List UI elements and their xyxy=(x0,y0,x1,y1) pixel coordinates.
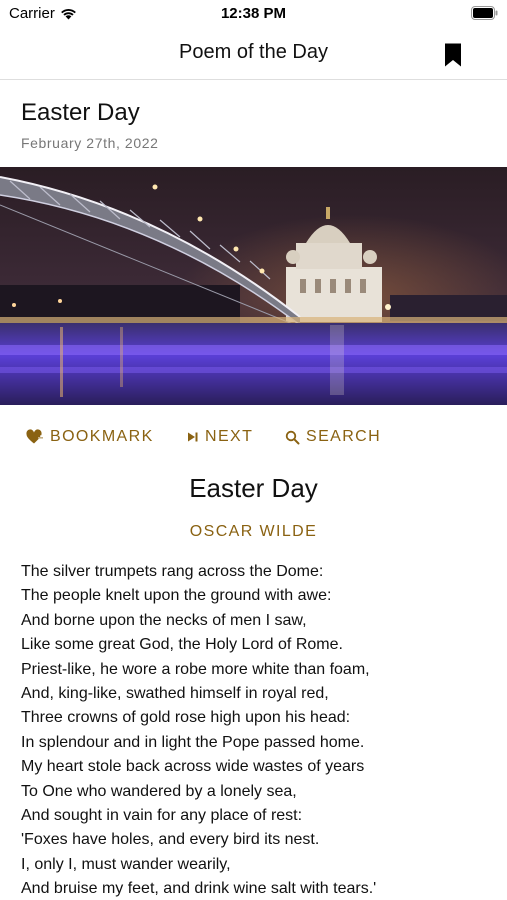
page-title: Easter Day xyxy=(21,99,140,126)
poem-line: Priest-like, he wore a robe more white t… xyxy=(21,660,370,678)
navigation-bar: Poem of the Day xyxy=(0,28,507,80)
next-button[interactable]: NEXT xyxy=(187,424,253,450)
poem-author: OSCAR WILDE xyxy=(189,523,318,540)
search-button[interactable]: SEARCH xyxy=(285,424,381,450)
skip-next-icon xyxy=(188,432,198,442)
photo-night-cathedral-bridge xyxy=(0,167,507,405)
poem-line: To One who wandered by a lonely sea, xyxy=(21,782,297,800)
bookmark-button-label: BOOKMARK xyxy=(50,428,154,445)
battery-icon xyxy=(471,6,498,20)
poem-line: The silver trumpets rang across the Dome… xyxy=(21,563,324,580)
poem-line: Three crowns of gold rose high upon his … xyxy=(21,709,351,727)
poem-line: And sought in vain for any place of rest… xyxy=(21,807,303,825)
status-time: 12:38 PM xyxy=(220,5,287,22)
search-button-label: SEARCH xyxy=(306,428,382,445)
poem-line: 'Foxes have holes, and every bird its ne… xyxy=(21,831,320,849)
poem-line: I, only I, must wander wearily, xyxy=(21,855,231,873)
heart-plus-icon xyxy=(26,429,44,444)
poem-line: And borne upon the necks of men I saw, xyxy=(21,611,307,629)
poem-line: And bruise my feet, and drink wine salt … xyxy=(21,880,377,898)
poem-line: In splendour and in light the Pope passe… xyxy=(21,733,365,751)
search-icon xyxy=(285,430,300,444)
poem-body: The silver trumpets rang across the Dome… xyxy=(21,560,501,900)
poem-line: Like some great God, the Holy Lord of Ro… xyxy=(21,636,343,654)
poem-title: Easter Day xyxy=(189,473,318,503)
nav-title: Poem of the Day xyxy=(179,41,328,63)
poem-line: The people knelt upon the ground with aw… xyxy=(21,587,332,605)
hero-image xyxy=(0,167,507,405)
status-bar: Carrier 12:38 PM xyxy=(0,0,507,28)
poem-line: And, king-like, swathed himself in royal… xyxy=(21,685,329,703)
bookmark-icon[interactable] xyxy=(443,42,463,68)
poem-line: My heart stole back across wide wastes o… xyxy=(21,758,365,776)
poem-date: February 27th, 2022 xyxy=(21,135,159,151)
next-button-label: NEXT xyxy=(205,428,254,445)
bookmark-button[interactable]: BOOKMARK xyxy=(26,424,154,450)
action-bar: BOOKMARK NEXT SEARCH xyxy=(0,424,507,450)
